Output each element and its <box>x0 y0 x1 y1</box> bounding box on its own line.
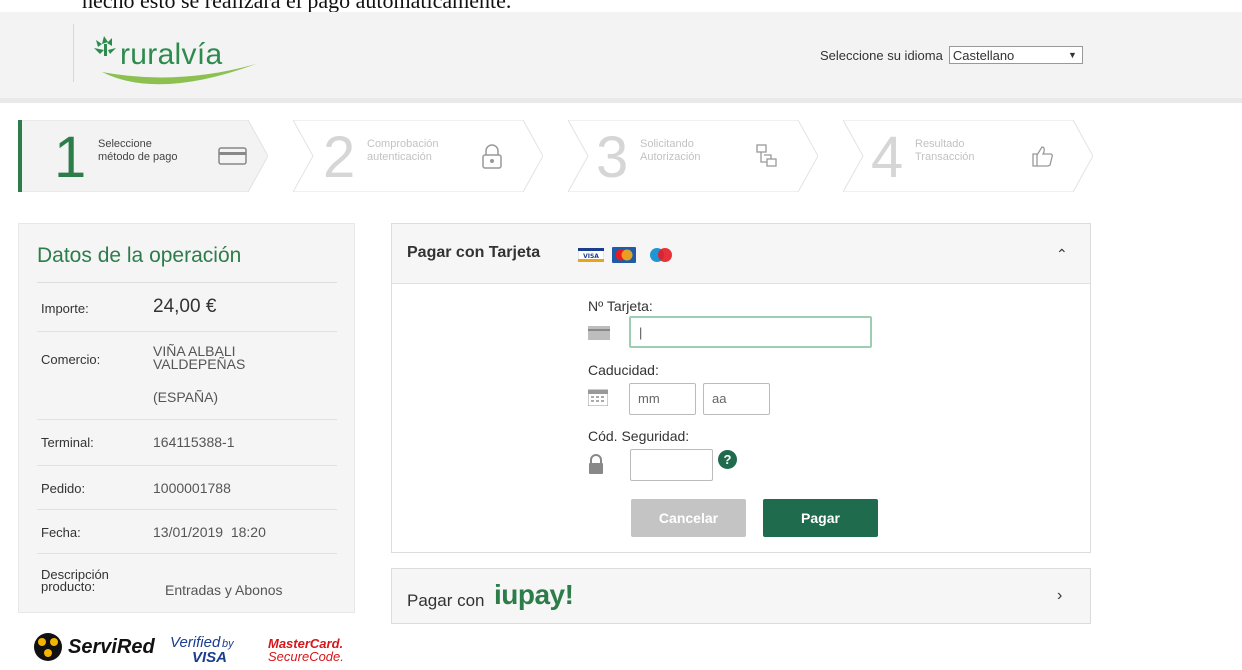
cancel-button[interactable]: Cancelar <box>631 499 746 537</box>
cvv-label: Cód. Seguridad: <box>588 428 690 444</box>
step-label: Resultado Transacción <box>915 138 975 163</box>
importe-value: 24,00 € <box>153 296 217 317</box>
network-icon <box>756 144 777 167</box>
servired-icon <box>34 633 62 661</box>
brand-name: ruralvía <box>120 38 223 71</box>
language-selected: Castellano <box>952 47 1015 63</box>
row-descripcion: Descripción producto: Entradas y Abonos <box>37 553 337 603</box>
lock-icon <box>589 454 603 474</box>
expiry-month-input[interactable]: mm <box>629 383 696 415</box>
padlock-icon <box>482 144 502 169</box>
step-label: Seleccione método de pago <box>98 138 178 163</box>
row-importe: Importe: 24,00 € <box>37 283 337 332</box>
iupay-panel[interactable]: Pagar con iupay! › <box>391 568 1091 624</box>
language-label: Seleccione su idioma <box>820 47 943 63</box>
thumbs-up-icon <box>1032 146 1053 167</box>
mastercard-icon <box>612 247 636 263</box>
card-payment-header[interactable]: Pagar con Tarjeta VISA ⌃ <box>392 224 1090 284</box>
ruralvia-logo[interactable]: ruralvía <box>88 34 258 90</box>
iupay-logo: iupay! <box>494 579 574 610</box>
card-small-icon <box>588 326 610 340</box>
operation-panel: Datos de la operación Importe: 24,00 € C… <box>18 223 355 613</box>
pedido-value: 1000001788 <box>153 480 231 496</box>
row-terminal: Terminal: 164115388-1 <box>37 419 337 466</box>
iupay-prefix: Pagar con <box>407 591 485 610</box>
servired-logo: ServiRed <box>68 636 155 658</box>
collapse-chevron-icon[interactable]: ⌃ <box>1056 246 1068 263</box>
step-2: 2 Comprobación autenticación <box>293 120 543 192</box>
calendar-icon <box>588 389 608 406</box>
row-pedido: Pedido: 1000001788 <box>37 465 337 510</box>
card-number-input[interactable]: | <box>629 316 872 348</box>
language-select[interactable]: Castellano ▼ <box>948 46 1083 64</box>
payment-steps: 1 Seleccione método de pago 2 Comprobaci… <box>18 120 1098 192</box>
pedido-label: Pedido: <box>41 481 86 496</box>
comercio-line3: (ESPAÑA) <box>153 389 219 405</box>
credit-card-icon <box>218 147 247 165</box>
fecha-value: 13/01/2019 18:20 <box>153 524 266 540</box>
card-payment-panel: Pagar con Tarjeta VISA ⌃ Nº Tarjeta: | C… <box>391 223 1091 553</box>
footer-logos: ServiRed Verified by VISA MasterCard. Se… <box>32 628 352 668</box>
expand-chevron-icon[interactable]: › <box>1057 587 1062 605</box>
fecha-label: Fecha: <box>41 525 81 540</box>
visa-card-icon: VISA <box>578 248 604 262</box>
step-number: 2 <box>323 125 356 190</box>
step-number: 1 <box>54 125 87 190</box>
svg-text:VISA: VISA <box>583 253 599 260</box>
step-number: 4 <box>871 125 904 190</box>
cvv-input[interactable] <box>630 449 713 481</box>
maestro-icon <box>650 248 672 262</box>
terminal-label: Terminal: <box>41 435 94 450</box>
card-number-label: Nº Tarjeta: <box>588 298 653 314</box>
step-4: 4 Resultado Transacción <box>843 120 1093 192</box>
help-icon[interactable]: ? <box>718 450 737 469</box>
step-1: 1 Seleccione método de pago <box>18 120 268 192</box>
card-payment-title: Pagar con Tarjeta <box>407 244 541 261</box>
step-3: 3 Solicitando Autorización <box>568 120 818 192</box>
step-label: Comprobación autenticación <box>367 138 439 163</box>
step-label: Solicitando Autorización <box>640 138 701 163</box>
terminal-value: 164115388-1 <box>153 434 235 450</box>
language-selector: Seleccione su idioma Castellano ▼ <box>820 46 1083 64</box>
expiry-year-input[interactable]: aa <box>703 383 770 415</box>
row-comercio: Comercio: VIÑA ALBALI VALDEPEÑAS (ESPAÑA… <box>37 331 337 420</box>
header-shadow <box>0 98 1242 103</box>
logo-divider <box>73 24 74 82</box>
verified-by-visa-logo: Verified by VISA <box>170 634 234 666</box>
mastercard-securecode-logo: MasterCard. SecureCode. <box>268 636 344 664</box>
comercio-label: Comercio: <box>41 352 101 367</box>
descripcion-value: Entradas y Abonos <box>165 582 283 598</box>
expiry-label: Caducidad: <box>588 362 659 378</box>
header: ruralvía Seleccione su idioma Castellano… <box>0 12 1242 98</box>
pay-button[interactable]: Pagar <box>763 499 878 537</box>
importe-label: Importe: <box>41 301 89 316</box>
dropdown-arrow-icon: ▼ <box>1067 50 1077 60</box>
row-fecha: Fecha: 13/01/2019 18:20 <box>37 509 337 554</box>
operation-title: Datos de la operación <box>37 244 242 267</box>
step-number: 3 <box>596 125 629 190</box>
descripcion-label2: producto: <box>41 579 96 594</box>
comercio-line2: VALDEPEÑAS <box>153 356 246 372</box>
